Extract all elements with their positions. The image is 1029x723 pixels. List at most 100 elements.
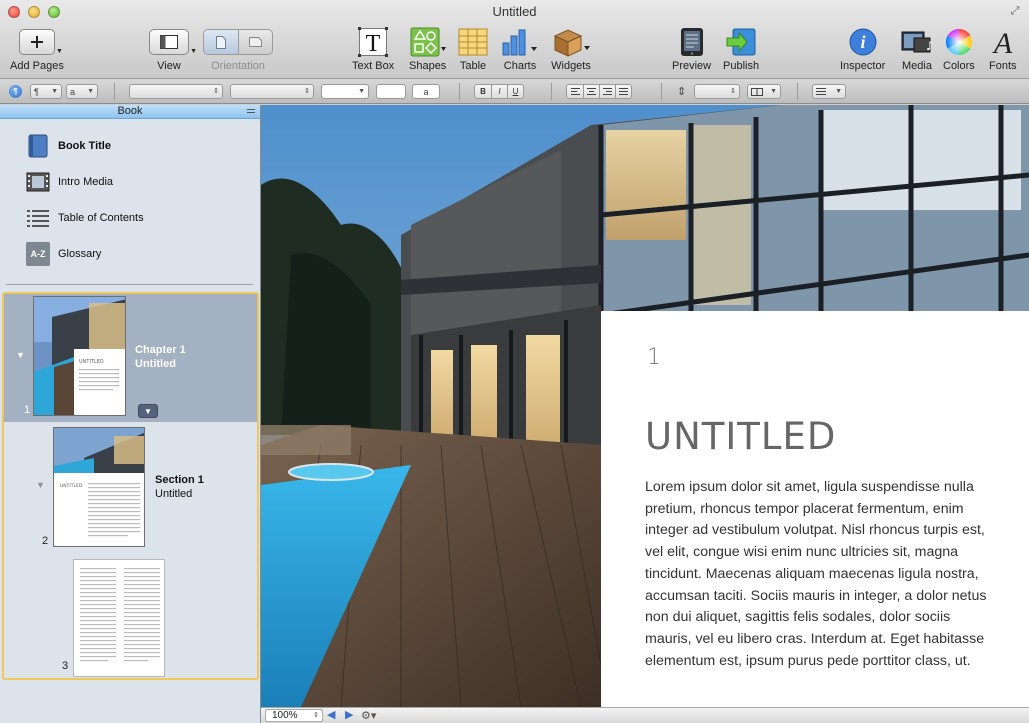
character-style-popup[interactable]: a ▼ [66, 84, 98, 99]
colors-button[interactable]: Colors [943, 26, 975, 76]
add-pages-label: Add Pages [10, 60, 64, 72]
section-label: Section 1 Untitled [155, 473, 204, 501]
film-icon [26, 170, 50, 194]
shapes-icon [410, 27, 446, 57]
orientation-label: Orientation [211, 60, 265, 72]
align-left-icon[interactable] [567, 85, 583, 98]
view-icon: ▼ [149, 29, 197, 55]
align-justify-icon[interactable] [615, 85, 631, 98]
section-label-line2: Untitled [155, 488, 193, 500]
charts-button[interactable]: Charts [501, 26, 539, 76]
text-box-label: Text Box [352, 60, 395, 72]
landscape-orientation-icon[interactable] [238, 30, 272, 54]
alignment-group [566, 84, 632, 99]
page-thumbnail [73, 559, 165, 677]
orientation-control[interactable]: Orientation [203, 26, 273, 76]
charts-icon [502, 29, 537, 56]
line-spacing-popup[interactable]: ⇕ [694, 84, 740, 99]
svg-text:♪: ♪ [926, 39, 934, 53]
align-center-icon[interactable] [583, 85, 599, 98]
page-thumbnail-section-1[interactable]: ▼ UNTITLED 2 Section 1 Untitled [4, 422, 257, 552]
disclosure-triangle-icon[interactable]: ▼ [16, 350, 25, 360]
text-box-icon: T [358, 27, 389, 57]
view-button[interactable]: ▼ View [149, 26, 197, 76]
chapter-text-box[interactable]: 1 UNTITLED Lorem ipsum dolor sit amet, l… [601, 311, 1029, 707]
sidebar-item-label: Book Title [58, 140, 111, 152]
chapter-body-text[interactable]: Lorem ipsum dolor sit amet, ligula suspe… [645, 477, 997, 672]
svg-text:T: T [366, 31, 381, 57]
sidebar-item-glossary[interactable]: A-Z Glossary [26, 241, 101, 267]
window-title: Untitled [492, 4, 537, 19]
ipad-preview-icon [680, 28, 703, 56]
sidebar-header: Book [0, 105, 260, 119]
columns-popup[interactable]: ▼ [747, 84, 781, 99]
page-canvas[interactable]: 1 UNTITLED Lorem ipsum dolor sit amet, l… [261, 105, 1029, 707]
font-size-field[interactable]: ▼ [321, 84, 369, 99]
section-label-line1: Section 1 [155, 474, 204, 486]
gear-icon[interactable]: ⚙▾ [361, 709, 376, 722]
thumbnail-title: UNTITLED [60, 483, 83, 489]
table-label: Table [459, 60, 487, 72]
disclosure-triangle-icon[interactable]: ▼ [36, 480, 45, 490]
page-thumbnail-page-3[interactable]: 3 [4, 552, 257, 678]
chapter-label-line2: Untitled [135, 358, 176, 370]
table-icon [458, 28, 488, 56]
info-icon: i [849, 28, 877, 56]
sidebar-item-book-title[interactable]: Book Title [26, 133, 111, 159]
align-right-icon[interactable] [599, 85, 615, 98]
font-typeface-popup[interactable]: ⇕ [230, 84, 314, 99]
media-button[interactable]: ♪ Media [900, 26, 934, 76]
underline-button[interactable]: U [507, 85, 523, 98]
charts-label: Charts [503, 60, 537, 72]
inspector-button[interactable]: i Inspector [840, 26, 885, 76]
divider [551, 83, 552, 100]
text-box-button[interactable]: T Text Box [352, 26, 394, 76]
book-sidebar: Book Book Title Intro Media Table of Con… [0, 105, 261, 723]
highlight-color-well[interactable]: a [412, 84, 440, 99]
media-label: Media [902, 60, 932, 72]
font-family-popup[interactable]: ⇕ [129, 84, 223, 99]
zoom-popup[interactable]: 100% ⇕ [265, 709, 323, 722]
widgets-button[interactable]: Widgets [550, 26, 592, 76]
status-bar: 100% ⇕ ◀ ▶ ⚙▾ [261, 707, 1029, 723]
chapter-number[interactable]: 1 [647, 345, 661, 370]
bold-button[interactable]: B [475, 85, 491, 98]
preview-button[interactable]: Preview [672, 26, 711, 76]
page-number: 2 [42, 535, 49, 547]
table-button[interactable]: Table [458, 26, 488, 76]
shapes-label: Shapes [409, 60, 447, 72]
sidebar-resize-grip-icon[interactable] [247, 107, 255, 115]
fullscreen-icon[interactable]: ⤢ [1009, 5, 1021, 17]
next-page-icon[interactable]: ▶ [345, 710, 353, 721]
paragraph-styles-drawer-icon[interactable]: ¶ [9, 85, 22, 98]
portrait-orientation-icon[interactable] [204, 30, 238, 54]
sidebar-item-label: Intro Media [58, 176, 114, 188]
format-bar: ¶ ¶ ▼ a ▼ ⇕ ⇕ ▼ a B I U ⇕ ⇕ ▼ ▼ [0, 79, 1029, 104]
paragraph-style-glyph: ¶ [34, 86, 39, 97]
add-pages-button[interactable]: ▼ Add Pages [10, 26, 64, 76]
text-color-well[interactable] [376, 84, 406, 99]
section-thumbnail: UNTITLED [53, 427, 145, 547]
fonts-label: Fonts [989, 60, 1017, 72]
sidebar-item-table-of-contents[interactable]: Table of Contents [26, 205, 144, 231]
line-spacing-icon: ⇕ [677, 86, 687, 98]
colors-label: Colors [943, 60, 975, 72]
chapter-menu-button[interactable]: ▼ [138, 404, 158, 418]
paragraph-style-popup[interactable]: ¶ ▼ [30, 84, 62, 99]
list-style-popup[interactable]: ▼ [812, 84, 846, 99]
fonts-button[interactable]: A Fonts [989, 26, 1017, 76]
italic-button[interactable]: I [491, 85, 507, 98]
glossary-az-icon: A-Z [26, 242, 50, 266]
fonts-icon: A [992, 27, 1013, 57]
svg-text:A: A [992, 27, 1013, 57]
view-label: View [157, 60, 181, 72]
previous-page-icon[interactable]: ◀ [327, 710, 335, 721]
chapter-label-line1: Chapter 1 [135, 344, 186, 356]
shapes-button[interactable]: Shapes [409, 26, 446, 76]
chapter-title[interactable]: UNTITLED [645, 415, 836, 458]
zoom-value: 100% [272, 710, 298, 721]
preview-label: Preview [672, 60, 712, 72]
page-thumbnail-chapter-1[interactable]: ▼ UNTITLED 1 Chapter 1 Untitled ▼ [4, 294, 257, 422]
sidebar-item-intro-media[interactable]: Intro Media [26, 169, 113, 195]
publish-button[interactable]: Publish [723, 26, 759, 76]
